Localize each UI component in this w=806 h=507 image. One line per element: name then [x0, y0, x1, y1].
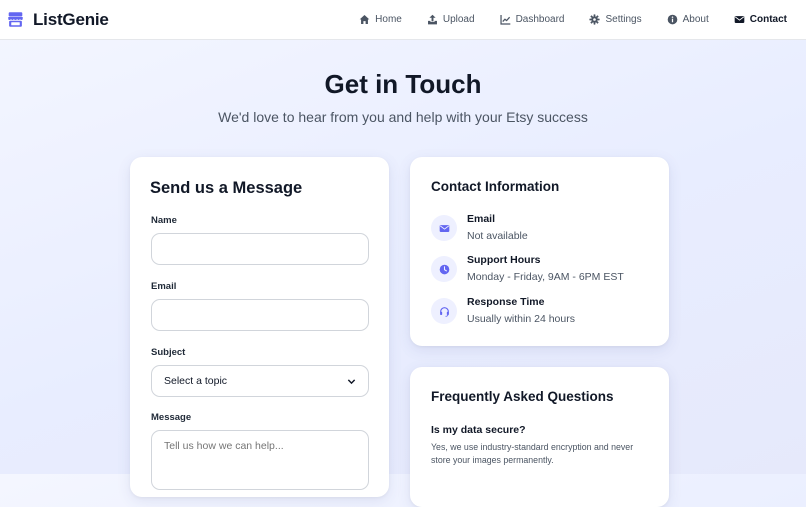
contact-info-title: Contact Information	[431, 179, 560, 194]
chart-line-icon	[499, 15, 510, 25]
email-label: Email	[151, 281, 177, 292]
faq-title: Frequently Asked Questions	[431, 389, 614, 404]
subject-label: Subject	[151, 347, 186, 358]
email-input[interactable]	[151, 299, 369, 331]
info-row-hours: Support Hours Monday - Friday, 9AM - 6PM…	[431, 254, 624, 283]
info-text: Response Time Usually within 24 hours	[467, 296, 575, 325]
nav-about-label: About	[682, 14, 709, 25]
info-icon	[667, 14, 677, 25]
info-row-email: Email Not available	[431, 213, 528, 242]
email-group: Email	[151, 281, 369, 331]
subject-group: Subject Select a topic	[151, 347, 369, 397]
page-subtitle: We'd love to hear from you and help with…	[218, 109, 588, 125]
info-value: Not available	[467, 230, 528, 242]
nav-contact-label: Contact	[749, 14, 787, 25]
brand-logo[interactable]: ListGenie	[7, 10, 109, 30]
faq-answer: Yes, we use industry-standard encryption…	[431, 442, 634, 465]
faq-card: Frequently Asked Questions Is my data se…	[410, 367, 669, 507]
name-input[interactable]	[151, 233, 369, 265]
info-label: Response Time	[467, 296, 545, 308]
envelope-icon	[439, 224, 449, 232]
nav-dashboard[interactable]: Dashboard	[499, 14, 565, 25]
gear-icon	[589, 14, 601, 25]
clock-icon	[439, 264, 449, 274]
brand-name: ListGenie	[33, 9, 109, 29]
nav-home[interactable]: Home	[359, 14, 402, 25]
main-nav: Home Upload Dashboard Settings About Con…	[359, 0, 806, 40]
page-title: Get in Touch	[324, 69, 482, 99]
message-label: Message	[151, 412, 192, 423]
info-icon-badge	[431, 298, 457, 324]
contact-info-card: Contact Information Email Not available …	[410, 157, 669, 346]
upload-icon	[427, 14, 437, 25]
info-value: Usually within 24 hours	[467, 313, 575, 325]
subject-select[interactable]: Select a topic	[151, 365, 369, 397]
form-title: Send us a Message	[150, 179, 303, 197]
nav-upload-label: Upload	[442, 14, 475, 25]
name-group: Name	[151, 215, 369, 265]
info-icon-badge	[431, 256, 457, 282]
nav-settings[interactable]: Settings	[589, 14, 642, 25]
info-icon-badge	[431, 215, 457, 241]
nav-contact[interactable]: Contact	[734, 14, 787, 25]
envelope-icon	[734, 16, 745, 23]
message-textarea[interactable]	[151, 430, 369, 490]
nav-settings-label: Settings	[605, 14, 642, 25]
headset-icon	[439, 306, 449, 317]
info-row-response: Response Time Usually within 24 hours	[431, 296, 575, 325]
nav-upload[interactable]: Upload	[427, 14, 475, 25]
info-text: Email Not available	[467, 213, 528, 242]
info-label: Email	[467, 213, 496, 225]
info-value: Monday - Friday, 9AM - 6PM EST	[467, 271, 624, 283]
home-icon	[359, 15, 370, 24]
info-label: Support Hours	[467, 254, 541, 266]
subject-selected: Select a topic	[164, 375, 228, 387]
message-group: Message	[151, 412, 369, 490]
top-navbar: ListGenie Home Upload Dashboard Settings…	[0, 0, 806, 40]
message-form-card: Send us a Message Name Email Subject Sel…	[130, 157, 389, 497]
nav-home-label: Home	[375, 14, 402, 25]
store-icon	[8, 12, 23, 27]
name-label: Name	[151, 215, 177, 226]
nav-about[interactable]: About	[667, 14, 709, 25]
nav-dashboard-label: Dashboard	[515, 14, 565, 25]
info-text: Support Hours Monday - Friday, 9AM - 6PM…	[467, 254, 624, 283]
chevron-down-icon	[347, 378, 356, 384]
faq-question: Is my data secure?	[431, 424, 526, 436]
